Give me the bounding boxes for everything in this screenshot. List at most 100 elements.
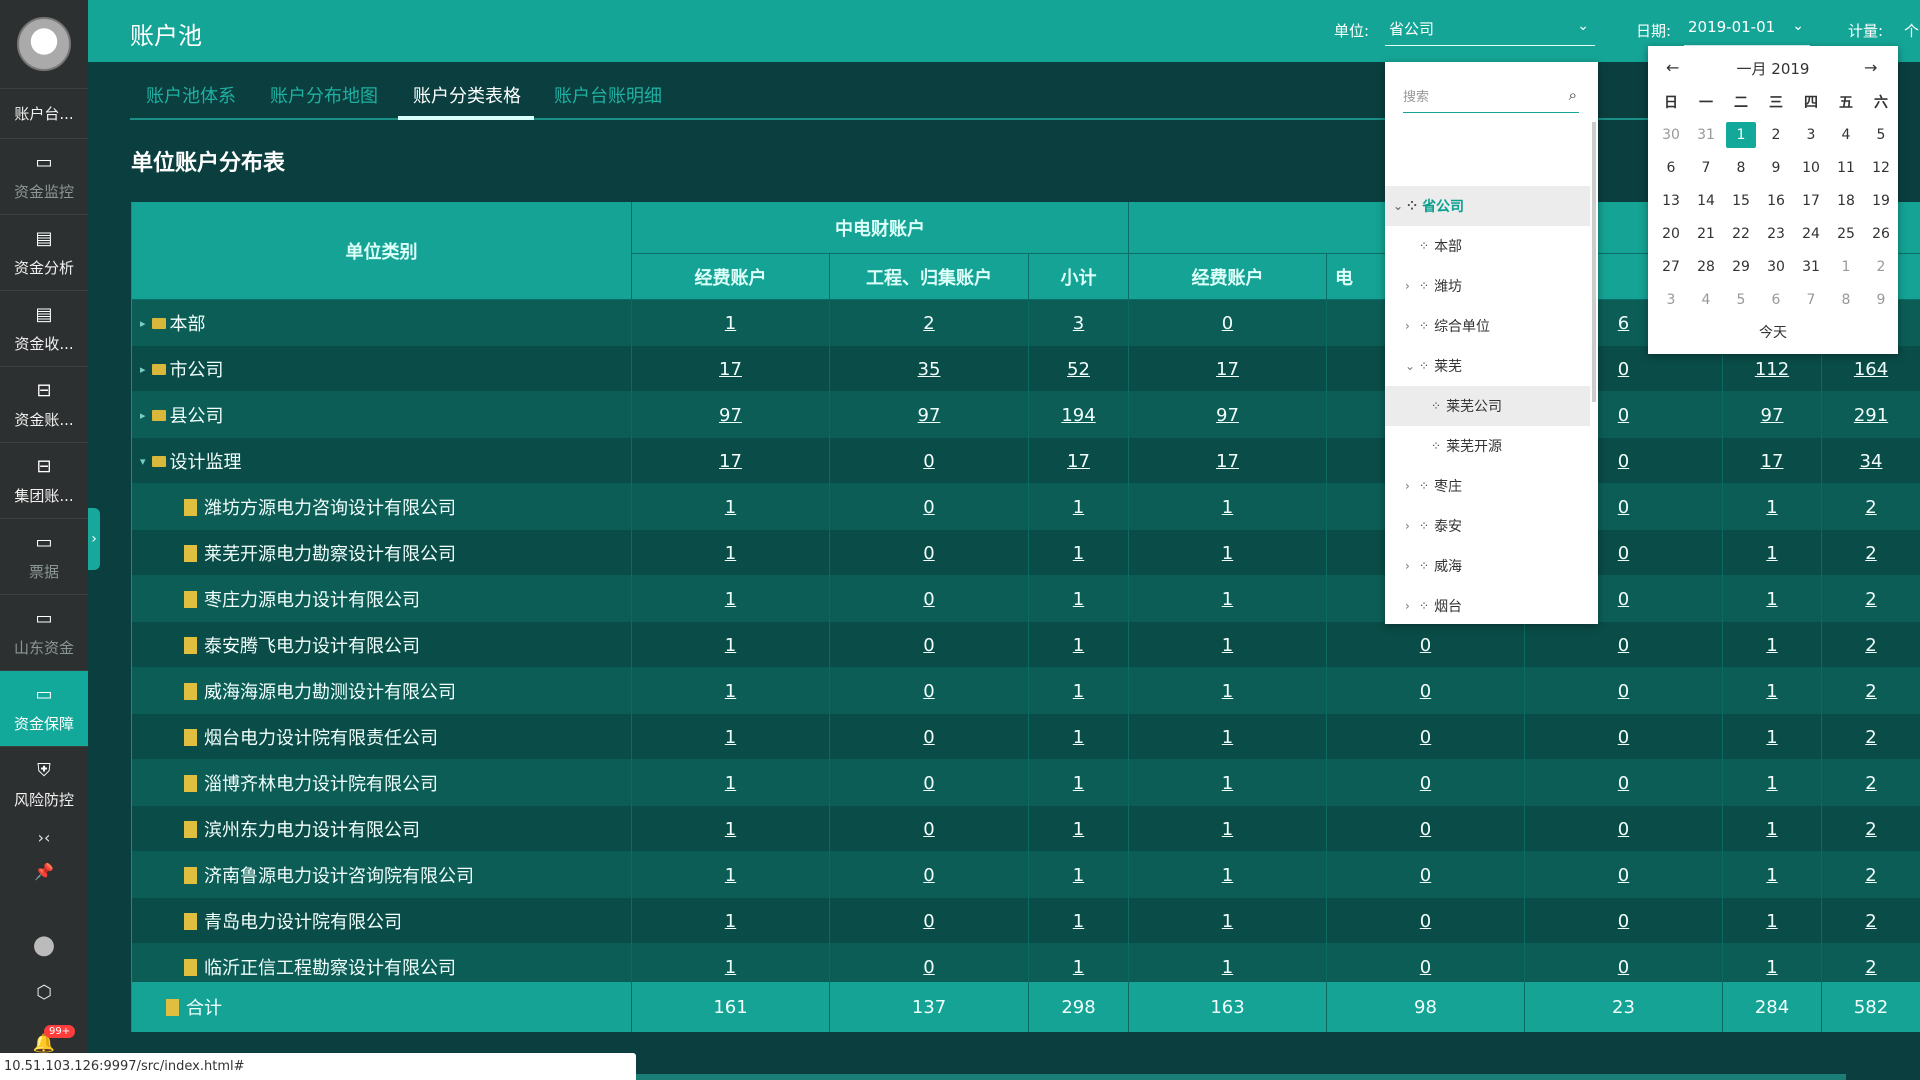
value-cell[interactable]: 0 [830,484,1029,530]
unit-search-input[interactable]: 搜索 ⌕ [1403,86,1579,113]
value-cell[interactable]: 17 [632,346,830,392]
value-cell[interactable]: 2 [1822,576,1920,622]
calendar-day[interactable]: 23 [1761,221,1791,247]
sidebar-item-5[interactable]: ⊟ 集团账... [0,442,88,518]
value-cell[interactable]: 1 [632,852,830,898]
value-cell[interactable]: 2 [1822,530,1920,576]
value-cell[interactable]: 2 [1822,898,1920,944]
tab-account-ledger[interactable]: 账户台账明细 [554,82,662,108]
sidebar-item-7[interactable]: ▭ 山东资金 [0,594,88,670]
calendar-day[interactable]: 4 [1691,287,1721,313]
unit-tree-item[interactable]: › ⁘ 烟台 [1385,586,1590,624]
calendar-day[interactable]: 2 [1866,254,1896,280]
value-cell[interactable]: 0 [830,438,1029,484]
horizontal-scrollbar[interactable] [636,1074,1846,1080]
caret-right-icon[interactable]: ▸ [140,317,146,330]
calendar-day[interactable]: 3 [1796,122,1826,148]
calendar-day[interactable]: 28 [1691,254,1721,280]
value-cell[interactable]: 1 [1129,714,1327,760]
value-cell[interactable]: 2 [1822,484,1920,530]
calendar-day[interactable]: 13 [1656,188,1686,214]
value-cell[interactable]: 1 [1029,622,1129,668]
chevron-down-icon[interactable]: ⌄ [1405,359,1419,373]
unit-tree-item[interactable]: › ⁘ 潍坊 [1385,266,1590,306]
chevron-right-icon[interactable]: › [1405,559,1419,573]
calendar-day[interactable]: 21 [1691,221,1721,247]
value-cell[interactable]: 17 [632,438,830,484]
today-button[interactable]: 今天 [1648,322,1898,342]
pin-icon[interactable]: 📌 [0,862,88,881]
value-cell[interactable]: 1 [1029,668,1129,714]
chevron-right-icon[interactable]: › [1405,479,1419,493]
cube-icon[interactable]: ⬡ [0,982,88,1003]
calendar-day[interactable]: 20 [1656,221,1686,247]
value-cell[interactable]: 2 [1822,852,1920,898]
value-cell[interactable]: 2 [1822,714,1920,760]
value-cell[interactable]: 97 [632,392,830,438]
value-cell[interactable]: 0 [1525,760,1723,806]
sidebar-item-8[interactable]: ▭ 资金保障 [0,670,88,746]
calendar-day[interactable]: 3 [1656,287,1686,313]
unit-tree-item[interactable]: ⌄ ⁘ 莱芜 [1385,346,1590,386]
value-cell[interactable]: 2 [1822,668,1920,714]
value-cell[interactable]: 1 [1723,530,1822,576]
calendar-day[interactable]: 18 [1831,188,1861,214]
value-cell[interactable]: 97 [1129,392,1327,438]
search-icon[interactable]: ⌕ [1569,86,1577,104]
value-cell[interactable]: 1 [632,714,830,760]
value-cell[interactable]: 0 [1327,852,1525,898]
chevron-right-icon[interactable]: › [1405,319,1419,333]
unit-name-cell[interactable]: ▾ 设计监理 [132,438,632,484]
value-cell[interactable]: 1 [1723,484,1822,530]
unit-tree-item[interactable]: ⁘ 莱芜开源 [1385,426,1590,466]
calendar-day[interactable]: 16 [1761,188,1791,214]
tab-account-map[interactable]: 账户分布地图 [270,82,378,108]
value-cell[interactable]: 1 [632,760,830,806]
chevron-right-icon[interactable]: › [1405,599,1419,613]
header-sub-3[interactable]: 经费账户 [1129,254,1327,300]
value-cell[interactable]: 1 [1723,760,1822,806]
value-cell[interactable]: 1 [632,484,830,530]
value-cell[interactable]: 0 [1525,806,1723,852]
date-picker[interactable]: 2019-01-01 ⌄ [1684,18,1810,46]
value-cell[interactable]: 1 [1029,530,1129,576]
collapse-nav-icon[interactable]: ›‹ [0,828,88,847]
value-cell[interactable]: 0 [830,576,1029,622]
value-cell[interactable]: 1 [632,300,830,346]
value-cell[interactable]: 1 [1129,530,1327,576]
chevron-right-icon[interactable]: › [1405,519,1419,533]
value-cell[interactable]: 0 [1525,852,1723,898]
calendar-day[interactable]: 12 [1866,155,1896,181]
calendar-day[interactable]: 2 [1761,122,1791,148]
calendar-day[interactable]: 11 [1831,155,1861,181]
tab-account-pool-system[interactable]: 账户池体系 [146,82,236,108]
value-cell[interactable]: 0 [1327,668,1525,714]
sidebar-item-4[interactable]: ⊟ 资金账... [0,366,88,442]
value-cell[interactable]: 17 [1129,438,1327,484]
calendar-day[interactable]: 5 [1866,122,1896,148]
value-cell[interactable]: 1 [1723,576,1822,622]
calendar-day[interactable]: 19 [1866,188,1896,214]
value-cell[interactable]: 0 [830,530,1029,576]
value-cell[interactable]: 0 [830,898,1029,944]
value-cell[interactable]: 194 [1029,392,1129,438]
value-cell[interactable]: 1 [632,668,830,714]
header-sub-0[interactable]: 经费账户 [632,254,830,300]
value-cell[interactable]: 0 [1525,622,1723,668]
calendar-day[interactable]: 5 [1726,287,1756,313]
value-cell[interactable]: 0 [830,622,1029,668]
unit-tree-item[interactable]: ⌄ ⁘ 省公司 [1385,186,1590,226]
caret-right-icon[interactable]: ▸ [140,363,146,376]
value-cell[interactable]: 97 [1723,392,1822,438]
unit-tree-item[interactable]: › ⁘ 威海 [1385,546,1590,586]
header-sub-2[interactable]: 小计 [1029,254,1129,300]
value-cell[interactable]: 1 [1129,484,1327,530]
unit-tree-item[interactable]: › ⁘ 泰安 [1385,506,1590,546]
value-cell[interactable]: 3 [1029,300,1129,346]
calendar-day[interactable]: 29 [1726,254,1756,280]
sidebar-item-6[interactable]: ▭ 票据 [0,518,88,594]
value-cell[interactable]: 1 [1129,668,1327,714]
value-cell[interactable]: 17 [1723,438,1822,484]
unit-tree-item[interactable]: › ⁘ 枣庄 [1385,466,1590,506]
value-cell[interactable]: 1 [1129,898,1327,944]
